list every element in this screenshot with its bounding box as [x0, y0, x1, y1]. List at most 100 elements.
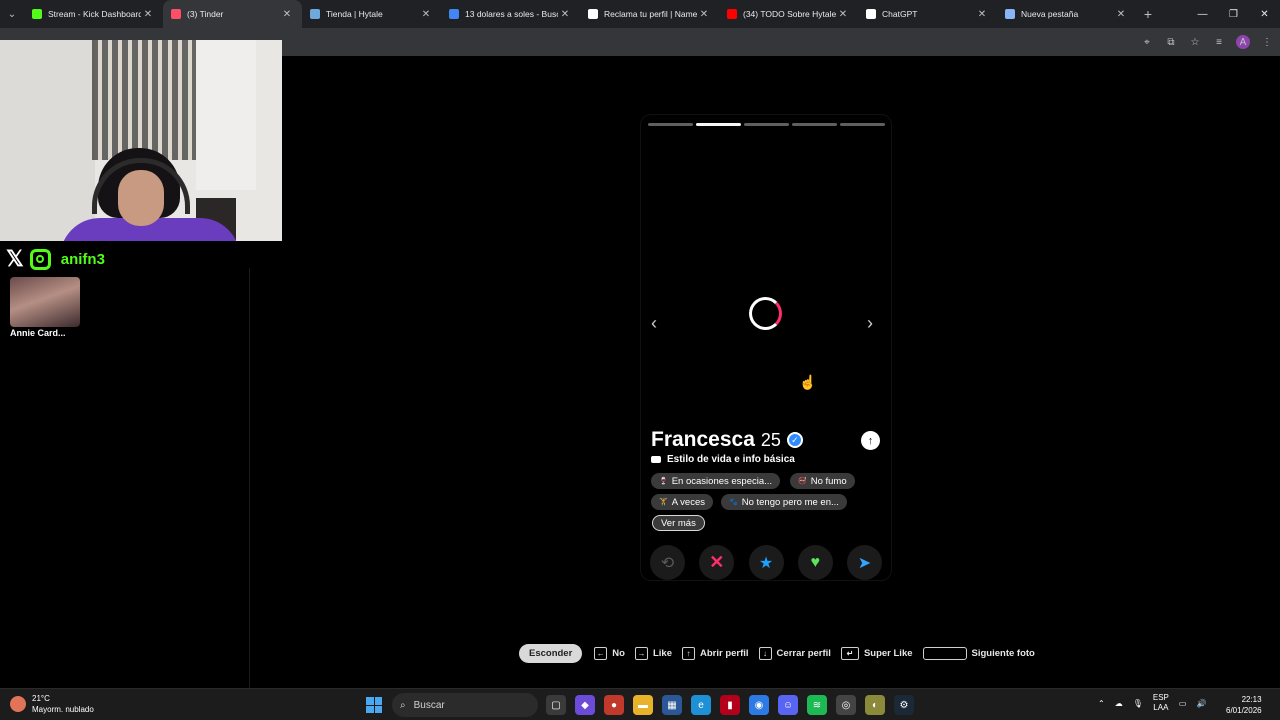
browser-tab[interactable]: (34) TODO Sobre Hytale e ✕: [719, 0, 858, 28]
media-controls-icon[interactable]: ≡: [1212, 35, 1226, 49]
profile-age: 25: [760, 430, 781, 450]
microphone-icon[interactable]: 🎙: [1133, 699, 1143, 708]
tab-title: ChatGPT: [882, 9, 918, 19]
shortcut-super-like: ↵ Super Like: [840, 646, 913, 660]
shortcut-label: Cerrar perfil: [776, 647, 831, 659]
chip-pets: 🐾 No tengo pero me en...: [721, 494, 847, 510]
edge-icon[interactable]: e: [691, 695, 711, 715]
photo-progress-bar[interactable]: [744, 123, 789, 126]
shortcut-label: Abrir perfil: [699, 647, 749, 659]
windows-start-icon[interactable]: [366, 697, 382, 713]
nope-button[interactable]: ✕: [699, 545, 735, 580]
location-icon[interactable]: ⌖: [1140, 35, 1154, 49]
browser-tab[interactable]: (3) Tinder ✕: [163, 0, 302, 28]
chrome-icon[interactable]: ◉: [749, 695, 769, 715]
photo-progress-bar[interactable]: [648, 123, 693, 126]
close-window-icon[interactable]: ✕: [1249, 0, 1280, 28]
tab-title: 13 dolares a soles - Busca: [465, 9, 558, 19]
open-profile-arrow-icon[interactable]: ↑: [861, 431, 880, 450]
close-tab-icon[interactable]: ✕: [697, 9, 711, 20]
install-app-icon[interactable]: ⧉: [1164, 35, 1178, 49]
chrome-icon: [1005, 9, 1015, 19]
close-tab-icon[interactable]: ✕: [558, 9, 572, 20]
tab-title: Nueva pestaña: [1021, 9, 1079, 19]
instagram-icon: [29, 248, 51, 270]
photo-progress-bar[interactable]: [696, 123, 741, 126]
kebab-menu-icon[interactable]: ⋮: [1260, 35, 1274, 49]
close-tab-icon[interactable]: ✕: [141, 9, 155, 20]
chip-label: A veces: [671, 496, 705, 508]
weather-widget[interactable]: 21°C Mayorm. nublado: [10, 693, 94, 715]
hide-shortcuts-button[interactable]: Esconder: [519, 643, 583, 663]
discord-icon[interactable]: ☺: [778, 695, 798, 715]
tab-search-chevron-icon[interactable]: ⌄: [0, 0, 24, 28]
file-explorer-icon[interactable]: ▬: [633, 695, 653, 715]
viewer-name: Annie Card...: [10, 328, 66, 338]
app-olive-icon[interactable]: ◐: [865, 695, 885, 715]
chip-drinking: 🍷 En ocasiones especia...: [651, 473, 781, 489]
search-icon: ⌕: [400, 699, 406, 711]
copilot-icon[interactable]: ◆: [575, 695, 595, 715]
profile-card[interactable]: ‹ › Francesca 25 ✓ ↑ Estilo de vida e in…: [641, 115, 891, 580]
browser-tab[interactable]: Tienda | Hytale ✕: [302, 0, 441, 28]
close-tab-icon[interactable]: ✕: [975, 9, 989, 20]
super-like-button[interactable]: ★: [748, 545, 784, 580]
photo-progress-bars: [648, 123, 885, 126]
weather-desc: Mayorm. nublado: [32, 705, 94, 714]
shortcut-label: Super Like: [863, 647, 913, 659]
previous-photo-chevron-icon[interactable]: ‹: [651, 313, 657, 334]
browser-tab[interactable]: ChatGPT ✕: [858, 0, 997, 28]
onedrive-icon[interactable]: ☁: [1115, 699, 1123, 708]
close-tab-icon[interactable]: ✕: [836, 9, 850, 20]
social-handle: anifn3: [60, 250, 105, 268]
photo-progress-bar[interactable]: [840, 123, 885, 126]
right-key-icon: →: [634, 646, 648, 660]
kick-icon: [32, 9, 42, 19]
down-key-icon: ↓: [758, 646, 772, 660]
browser-tab[interactable]: Reclama tu perfil | NameM ✕: [580, 0, 719, 28]
restore-icon[interactable]: ❐: [1218, 0, 1249, 28]
send-message-button[interactable]: ➤: [847, 545, 882, 580]
new-tab-button[interactable]: +: [1136, 6, 1160, 22]
close-tab-icon[interactable]: ✕: [419, 9, 433, 20]
tray-chevron-icon[interactable]: ⌃: [1098, 699, 1105, 708]
keyboard-shortcuts-bar: Esconder ← No → Like ↑ Abrir perfil ↓ Ce…: [519, 643, 1045, 663]
bookmark-star-icon[interactable]: ☆: [1188, 35, 1202, 49]
see-more-button[interactable]: Ver más: [652, 515, 705, 531]
spotify-icon[interactable]: ≋: [807, 695, 827, 715]
app-red-icon[interactable]: ●: [604, 695, 624, 715]
section-title: Estilo de vida e info básica: [651, 454, 795, 465]
taskbar-search[interactable]: ⌕ Buscar: [392, 693, 538, 717]
app-dark-red-icon[interactable]: ▮: [720, 695, 740, 715]
browser-tab[interactable]: Nueva pestaña ✕: [997, 0, 1136, 28]
like-button[interactable]: ♥: [797, 545, 833, 580]
chip-label: No tengo pero me en...: [741, 496, 839, 508]
youtube-icon: [727, 9, 737, 19]
task-view-icon[interactable]: ▢: [546, 695, 566, 715]
next-photo-chevron-icon[interactable]: ›: [867, 313, 873, 334]
loading-spinner-icon: [749, 297, 782, 330]
taskbar-clock[interactable]: 22:13 6/01/2026: [1226, 694, 1262, 716]
store-icon[interactable]: ▦: [662, 695, 682, 715]
volume-icon[interactable]: 🔊: [1196, 699, 1206, 708]
close-tab-icon[interactable]: ✕: [280, 9, 294, 20]
network-icon[interactable]: ▭: [1179, 699, 1187, 708]
tab-title: (3) Tinder: [187, 9, 224, 19]
photo-progress-bar[interactable]: [792, 123, 837, 126]
obs-icon[interactable]: ◎: [836, 695, 856, 715]
browser-tabbar: ⌄ Stream - Kick Dashboard ✕ (3) Tinder ✕ Tie…: [0, 0, 1280, 28]
section-title-text: Estilo de vida e info básica: [667, 454, 795, 465]
x-logo-icon: 𝕏: [6, 246, 24, 271]
profile-avatar[interactable]: A: [1236, 35, 1250, 49]
language-indicator[interactable]: ESP LAA: [1153, 693, 1169, 713]
shortcut-label: Siguiente foto: [971, 647, 1035, 659]
browser-tab[interactable]: 13 dolares a soles - Busca ✕: [441, 0, 580, 28]
rewind-button[interactable]: ⟲: [650, 545, 685, 580]
windows-taskbar: 21°C Mayorm. nublado ⌕ Buscar ▢ ◆ ● ▬ ▦ …: [0, 688, 1280, 720]
browser-tab[interactable]: Stream - Kick Dashboard ✕: [24, 0, 163, 28]
minimize-icon[interactable]: —: [1187, 0, 1218, 28]
steam-icon[interactable]: ⚙: [894, 695, 914, 715]
clock-date: 6/01/2026: [1226, 706, 1262, 715]
close-tab-icon[interactable]: ✕: [1114, 9, 1128, 20]
hand-cursor-icon: ☝: [799, 374, 817, 390]
